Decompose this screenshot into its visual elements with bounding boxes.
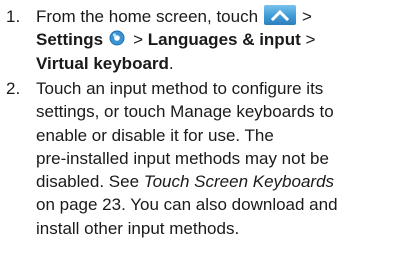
- step-1-line-1: From the home screen, touch >: [36, 5, 388, 28]
- step-2-line: pre-installed input methods may not be: [36, 148, 329, 168]
- step-2-line-5-prefix: disabled. See: [36, 172, 140, 192]
- instructions-page: 1. From the home screen, touch > Settings…: [0, 0, 395, 260]
- step-1-line-3: Virtual keyboard.: [36, 52, 388, 75]
- step-1-body: From the home screen, touch > Settings > L…: [36, 5, 388, 75]
- step-1-intro-text: From the home screen, touch: [36, 7, 259, 26]
- separator: >: [305, 30, 316, 50]
- apps-icon: [264, 5, 297, 25]
- step-number: 1.: [6, 7, 21, 26]
- step-2-body: Touch an input method to configure its s…: [36, 77, 388, 240]
- separator: >: [133, 30, 143, 50]
- step-1-line-2: Settings > Languages & input >: [36, 28, 388, 51]
- end-period: .: [168, 53, 174, 73]
- step-2-line: settings, or touch Manage keyboards to: [36, 102, 334, 122]
- step-2-line: install other input methods.: [36, 218, 240, 238]
- languages-input-label: Languages & input: [147, 30, 301, 50]
- virtual-keyboard-label: Virtual keyboard: [36, 53, 169, 73]
- step-2-line: Touch an input method to configure its: [36, 79, 324, 98]
- settings-icon: [107, 28, 127, 48]
- step-2-line: on page 23. You can also download and: [36, 195, 338, 215]
- touch-screen-keyboards-reference: Touch Screen Keyboards: [143, 172, 335, 192]
- step-2-line: enable or disable it for use. The: [36, 125, 274, 145]
- separator: >: [302, 7, 312, 26]
- settings-label: Settings: [36, 30, 104, 50]
- step-number: 2.: [6, 79, 21, 98]
- step-2-line: disabled. See Touch Screen Keyboards: [36, 170, 388, 193]
